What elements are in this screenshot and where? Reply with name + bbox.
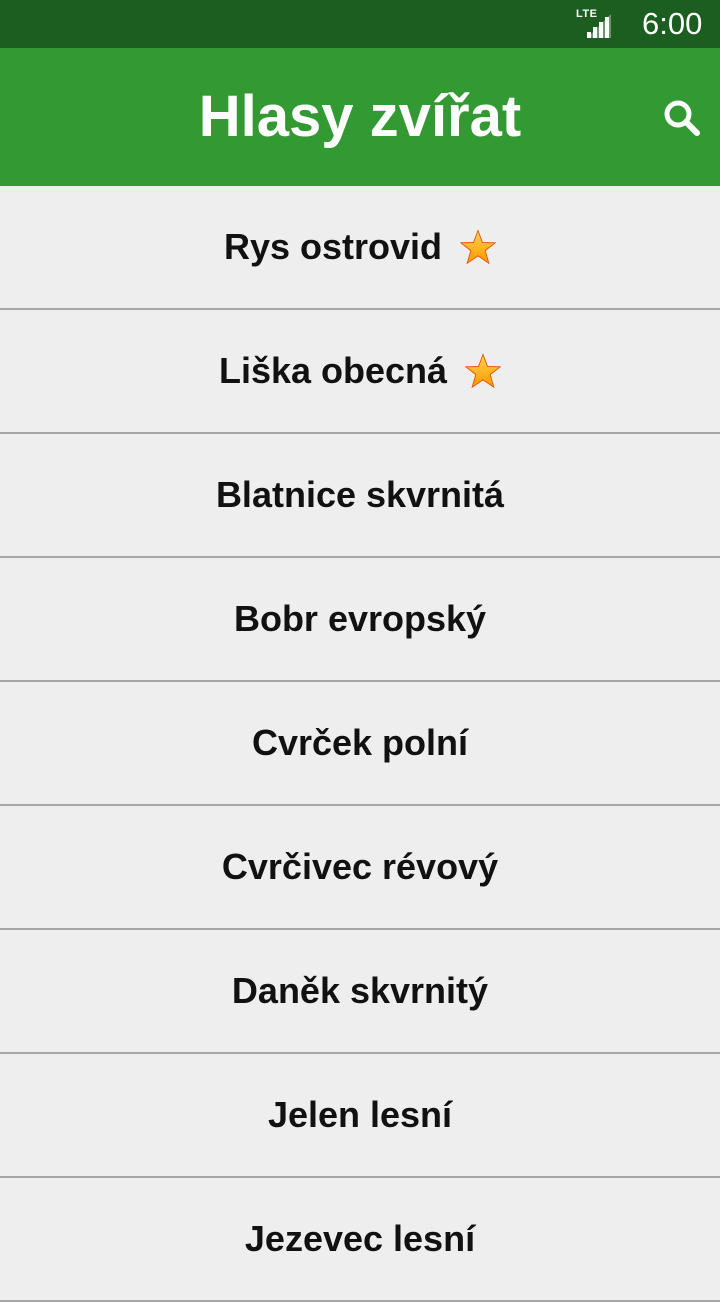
animal-name: Jelen lesní <box>267 1094 453 1135</box>
signal-strength-icon <box>587 14 611 38</box>
animal-name: Blatnice skvrnitá <box>215 474 505 515</box>
animal-list-item[interactable]: Bobr evropský <box>0 558 720 682</box>
animal-list-item[interactable]: Jezevec lesní <box>0 1178 720 1302</box>
animal-name: Bobr evropský <box>233 598 487 639</box>
animal-list-item[interactable]: Liška obecná <box>0 310 720 434</box>
search-button[interactable] <box>652 88 712 148</box>
animal-name: Jezevec lesní <box>244 1218 476 1259</box>
animal-name: Cvrček polní <box>251 722 469 763</box>
app-bar: Hlasy zvířat <box>0 48 720 186</box>
animal-name: Cvrčivec révový <box>221 846 499 887</box>
status-time: 6:00 <box>642 6 703 41</box>
animal-list-item[interactable]: Blatnice skvrnitá <box>0 434 720 558</box>
animal-name: Daněk skvrnitý <box>231 970 489 1011</box>
animal-list-item[interactable]: Daněk skvrnitý <box>0 930 720 1054</box>
animal-list-item[interactable]: Rys ostrovid <box>0 186 720 310</box>
animal-list-item[interactable]: Jelen lesní <box>0 1054 720 1178</box>
animal-name: Rys ostrovid <box>223 226 443 267</box>
animal-list-item[interactable]: Cvrček polní <box>0 682 720 806</box>
favorite-star-icon <box>465 353 502 389</box>
app-title: Hlasy zvířat <box>198 84 522 149</box>
animal-name: Liška obecná <box>218 350 448 391</box>
animal-list-item[interactable]: Cvrčivec révový <box>0 806 720 930</box>
animal-list: Rys ostrovid Liška obecná Blatnice skvrn… <box>0 186 720 1302</box>
status-bar: LTE 6:00 <box>0 0 720 48</box>
search-icon <box>664 100 700 136</box>
favorite-star-icon <box>460 229 497 265</box>
